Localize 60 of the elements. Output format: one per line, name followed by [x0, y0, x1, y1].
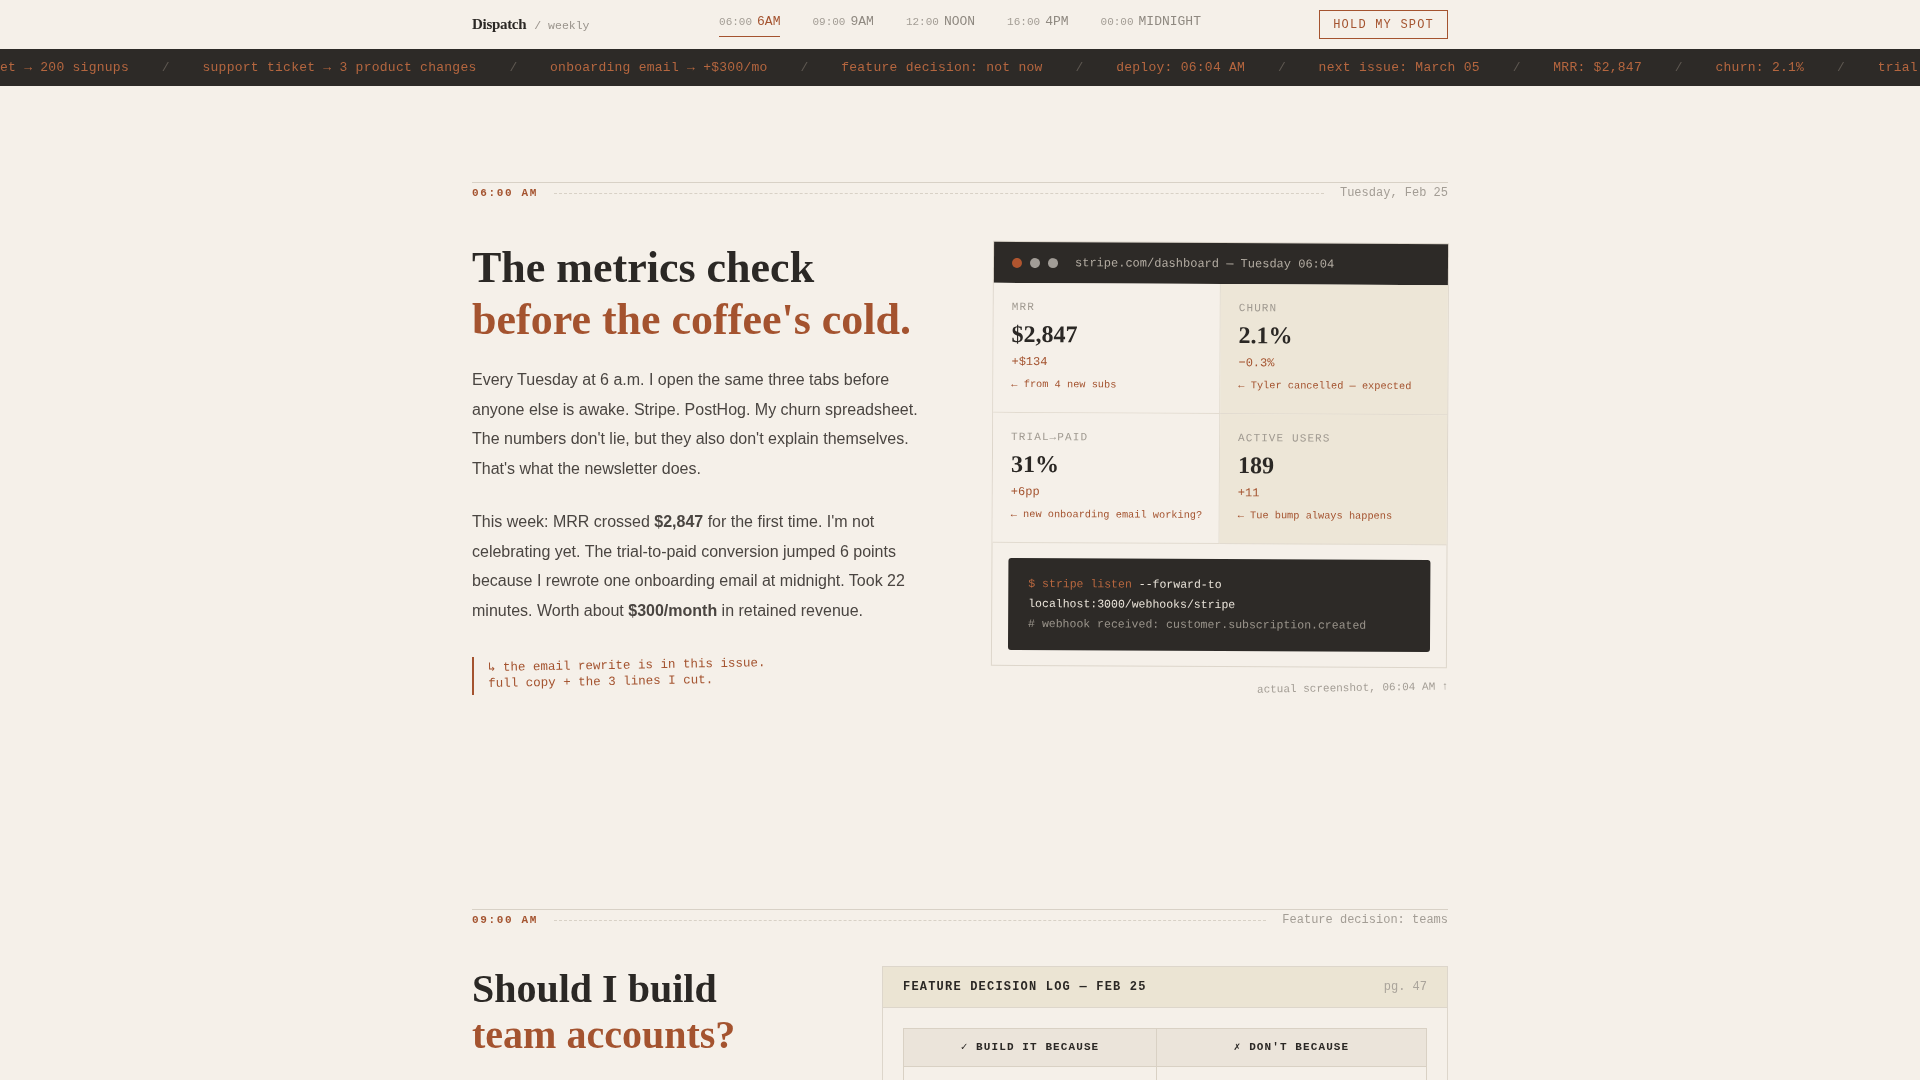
window-control-icon [1030, 257, 1041, 268]
log-title: FEATURE DECISION LOG — FEB 25 [903, 979, 1147, 996]
nav-link[interactable]: 06:00 6AM [719, 11, 781, 38]
ticker-item: support ticket → 3 product changes [202, 58, 477, 77]
section-time: 09:00 AM [472, 912, 538, 928]
section-aside: Feature decision: teams [1282, 912, 1448, 929]
ticker-separator: / [161, 58, 170, 77]
ticker-separator: / [1075, 58, 1084, 77]
metric-label: MRR [1011, 299, 1036, 316]
metric-note: ← from 4 new subs [1011, 376, 1118, 392]
body-paragraph: Every Tuesday at 6 a.m. I open the same three tabs before anyone else is awake. Stripe. PostHog. My churn spreadsheet. The numbers don't lie, but they also don't explain themselves. That's what the newsletter does. [472, 370, 919, 479]
ticker-item: et → 200 signups [0, 58, 129, 77]
metric-label: TRIAL→PAID [1011, 429, 1090, 446]
ticker-item: next issue: March 05 [1318, 58, 1480, 77]
page-number: pg. 47 [1383, 979, 1427, 996]
hold-spot-button[interactable]: HOLD MY SPOT [1319, 10, 1448, 39]
metric-note: ← Tyler cancelled — expected [1238, 378, 1413, 394]
screenshot-caption: actual screenshot, 06:04 AM ↑ [1256, 679, 1449, 698]
window-control-icon [1048, 257, 1059, 268]
url-text: stripe.com/dashboard — Tuesday 06:04 [1074, 254, 1335, 274]
ticker-separator: / [1512, 58, 1521, 77]
section-aside: Tuesday, Feb 25 [1339, 185, 1448, 202]
ticker-item: trial [1877, 58, 1918, 77]
margin-note: ↳ the email rewrite is in this issue. full copy + the 3 lines I cut. [472, 657, 927, 695]
code-block: $ stripe listen --forward-to localhost:3000/webhooks/stripe # webhook received: customer.subscription.created [1007, 557, 1431, 653]
ticker-separator: / [1674, 58, 1683, 77]
ticker-item: churn: 2.1% [1715, 58, 1805, 77]
headline: Should I build team accounts? [472, 966, 736, 1058]
metric-value: 2.1% [1238, 321, 1294, 351]
nav-link[interactable]: 09:00 9AM [812, 11, 874, 38]
section-time: 06:00 AM [472, 185, 538, 201]
metric-delta: +6pp [1010, 483, 1041, 501]
ticker-item: MRR: $2,847 [1553, 58, 1642, 77]
metric-value: 189 [1237, 451, 1275, 481]
ticker-separator: / [800, 58, 809, 77]
nav-link[interactable]: 16:00 4PM [1007, 11, 1069, 38]
nav-link[interactable]: 00:00 MIDNIGHT [1100, 11, 1201, 38]
brand-tagline: / weekly [534, 18, 590, 35]
ticker-item: deploy: 06:04 AM [1116, 58, 1246, 77]
metric-delta: +11 [1237, 485, 1261, 503]
metric-label: ACTIVE USERS [1238, 431, 1332, 447]
body-paragraph: This week: MRR crossed $2,847 for the first time. I'm not celebrating yet. The trial-to-paid conversion jumped 6 points because I rewrote one onboarding email at midnight. Took 22 minutes. Worth about $300/month in retained revenue. [472, 512, 906, 621]
metric-label: CHURN [1238, 301, 1279, 317]
metric-note: ← new onboarding email working? [1010, 506, 1204, 522]
nav-link[interactable]: 12:00 NOON [905, 11, 976, 38]
metric-delta: +$134 [1011, 353, 1049, 371]
ticker-separator: / [1837, 58, 1845, 77]
ticker-item: feature decision: not now [841, 58, 1043, 77]
metric-value: $2,847 [1011, 319, 1079, 349]
table-header-cell: ✓ BUILD IT BECAUSE [904, 1029, 1157, 1066]
ticker-separator: / [509, 58, 518, 77]
metric-value: 31% [1010, 449, 1060, 479]
headline: The metrics check before the coffee's cold. [472, 242, 913, 346]
window-control-icon [1012, 257, 1023, 268]
ticker-item: onboarding email → +$300/mo [550, 58, 768, 77]
brand-logo[interactable]: Dispatch [472, 13, 527, 36]
ticker-separator: / [1277, 58, 1286, 77]
table-header-cell: ✗ DON'T BECAUSE [1157, 1029, 1426, 1066]
metric-note: ← Tue bump always happens [1237, 508, 1394, 524]
metric-delta: −0.3% [1238, 355, 1276, 373]
